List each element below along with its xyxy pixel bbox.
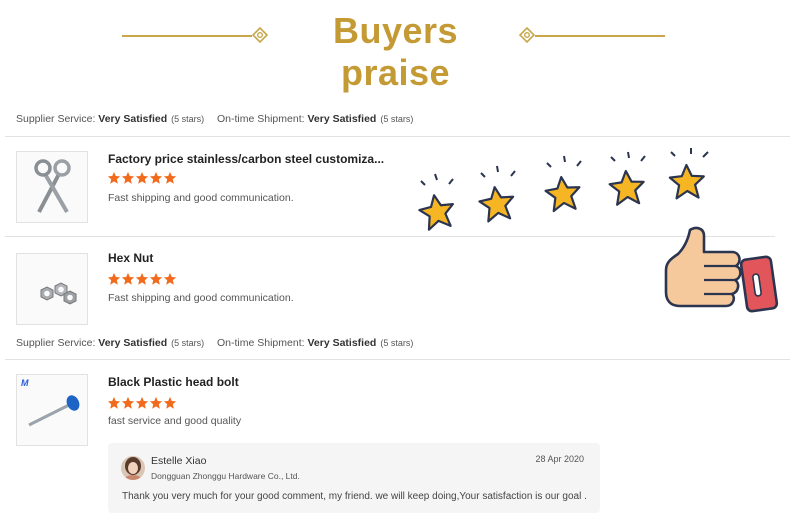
rating-stars (107, 171, 177, 185)
banner-line-right (535, 35, 665, 37)
svg-text:M: M (21, 378, 29, 388)
thumbs-up-icon (664, 226, 779, 313)
star-icon (163, 171, 177, 185)
product-thumbnail[interactable]: M (16, 374, 88, 446)
product-thumbnail[interactable] (16, 151, 88, 223)
star-icon (163, 396, 177, 410)
star-icon (121, 272, 135, 286)
star-icon (107, 171, 121, 185)
product-title[interactable]: Hex Nut (108, 251, 153, 265)
star-icon (135, 171, 149, 185)
star-icon (135, 396, 149, 410)
shipment-rating: On-time Shipment: Very Satisfied (5 stars… (217, 113, 414, 125)
star-icon (135, 272, 149, 286)
product-title[interactable]: Black Plastic head bolt (108, 375, 239, 389)
star-icon (121, 396, 135, 410)
decor-star-icon (668, 148, 709, 200)
star-icon (149, 171, 163, 185)
decor-star-icon (608, 151, 646, 206)
product-title[interactable]: Factory price stainless/carbon steel cus… (108, 152, 384, 166)
buyers-praise-banner: Buyers praise (0, 0, 790, 93)
reply-text: Thank you very much for your good commen… (122, 491, 587, 502)
diamond-ornament-icon (252, 27, 268, 43)
decor-star-icon (544, 155, 582, 213)
plastic-head-bolt-icon: M (17, 375, 87, 445)
rating-stars (107, 272, 177, 286)
rating-stars (107, 396, 177, 410)
star-icon (149, 396, 163, 410)
banner-title: Buyers praise (332, 10, 459, 93)
decor-star-icon (418, 173, 454, 231)
banner-line-left (122, 35, 252, 37)
star-icon (107, 396, 121, 410)
eye-bolt-icon (17, 152, 87, 222)
star-icon (163, 272, 177, 286)
supplier-service-rating: Supplier Service: Very Satisfied (5 stars… (16, 337, 205, 349)
reply-company: Dongguan Zhonggu Hardware Co., Ltd. (151, 471, 300, 481)
reply-date: 28 Apr 2020 (535, 454, 584, 464)
row-divider (5, 359, 790, 360)
supplier-reply: Estelle Xiao Dongguan Zhonggu Hardware C… (108, 443, 600, 513)
product-thumbnail[interactable] (16, 253, 88, 325)
supplier-service-rating: Supplier Service: Very Satisfied (5 stars… (16, 113, 205, 125)
hex-nut-icon (17, 254, 87, 324)
decor-star-icon (478, 165, 516, 223)
avatar (121, 456, 145, 480)
star-icon (149, 272, 163, 286)
diamond-ornament-icon (519, 27, 535, 43)
review-comment: Fast shipping and good communication. (108, 292, 294, 304)
review-comment: fast service and good quality (108, 415, 242, 427)
row-divider (5, 136, 790, 137)
star-icon (107, 272, 121, 286)
shipment-rating: On-time Shipment: Very Satisfied (5 stars… (217, 337, 414, 349)
review-comment: Fast shipping and good communication. (108, 192, 294, 204)
star-icon (121, 171, 135, 185)
reply-author-name: Estelle Xiao (151, 455, 207, 467)
